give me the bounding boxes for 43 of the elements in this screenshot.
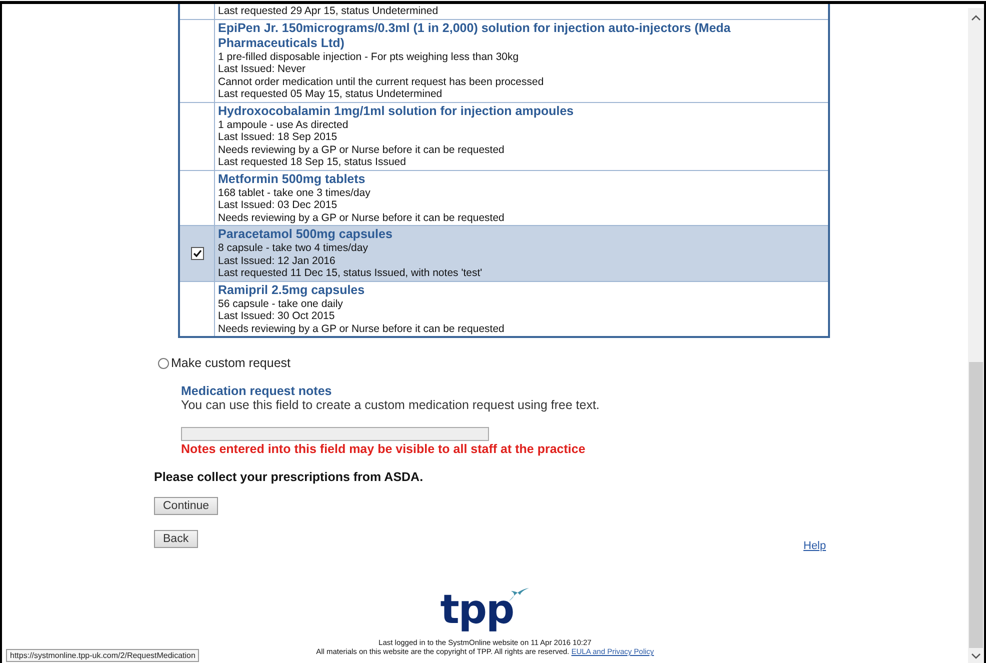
medication-detail: Needs reviewing by a GP or Nurse before it can be requested	[218, 144, 506, 156]
help-link[interactable]: Help	[803, 540, 826, 552]
scrollbar[interactable]	[968, 8, 984, 663]
medication-row[interactable]: Metformin 500mg tablets 168 tablet - take one 3 times/day Last Issued: 03 Dec 2015 Needs reviewing by a GP or Nurse before it can be requested	[180, 170, 828, 225]
medication-detail: Last Issued: 03 Dec 2015	[218, 199, 338, 212]
medication-name: Paracetamol 500mg capsules	[218, 227, 394, 242]
form-button[interactable]: Back	[154, 530, 198, 548]
radio-button[interactable]	[158, 358, 169, 368]
scrollbar-thumb[interactable]	[969, 362, 983, 648]
medication-detail: Last requested 11 Dec 15, status Issued, with notes 'test'	[218, 267, 484, 280]
check-icon	[192, 248, 202, 258]
medication-detail: 56 capsule - take one daily	[218, 298, 344, 310]
medication-row[interactable]	[180, 102, 828, 170]
medication-detail: Last Issued: 30 Oct 2015	[218, 310, 336, 322]
medication-detail: Needs reviewing by a GP or Nurse before it can be requested	[218, 322, 506, 335]
status-url: https://systmonline.tpp-uk.com/2/RequestMedication	[6, 649, 200, 662]
checkbox[interactable]	[190, 246, 204, 260]
medication-detail: 168 tablet - take one 3 times/day	[218, 186, 372, 199]
collect-message: Please collect your prescriptions from ASDA.	[154, 470, 424, 484]
medication-detail: Last Issued: 18 Sep 2015	[218, 131, 338, 144]
notes-description: You can use this field to create a custom medication request using free text.	[181, 398, 601, 413]
medication-detail: Cannot order medication until the current request has been processed	[218, 76, 545, 88]
medication-detail: Needs reviewing by a GP or Nurse before it can be requested	[218, 212, 506, 224]
medication-detail: Last Issued: Never	[218, 63, 307, 76]
medication-detail: 1 ampoule - use As directed	[218, 118, 350, 131]
medication-detail: Last Issued: 12 Jan 2016	[218, 254, 336, 267]
medication-row[interactable]	[180, 18, 828, 102]
radio-label: Make custom request	[171, 356, 290, 370]
medication-detail: Last requested 29 Apr 15, status Undetermined	[218, 5, 440, 18]
medication-detail: Last requested 18 Sep 15, status Issued	[218, 156, 407, 168]
notes-warning: Notes entered into this field may be visible to all staff at the practice	[181, 441, 586, 457]
notes-input-field[interactable]	[181, 427, 489, 441]
medication-detail: Last requested 05 May 15, status Undetermined	[218, 88, 444, 100]
medication-row[interactable]: Ramipril 2.5mg capsules 56 capsule - take one daily Last Issued: 30 Oct 2015 Needs reviewing by a GP or Nurse before it can be requested	[180, 280, 828, 336]
medication-name: EpiPen Jr. 150micrograms/0.3ml (1 in 2,000) solution for injection auto-injectors (Meda Pharmaceuticals Ltd)	[218, 20, 732, 50]
medication-name: Ramipril 2.5mg capsules	[218, 282, 366, 298]
medication-row[interactable]: Paracetamol 500mg capsules 8 capsule - take two 4 times/day Last Issued: 12 Jan 2016 Last requested 11 Dec 15, status Issued, with notes 'test'	[180, 225, 828, 280]
medication-name: Metformin 500mg tablets	[218, 172, 366, 186]
medication-detail: 1 pre-filled disposable injection - For pts weighing less than 30kg	[218, 50, 520, 63]
medication-name: Hydroxocobalamin 1mg/1ml solution for injection ampoules	[218, 104, 575, 118]
medication-detail: 8 capsule - take two 4 times/day	[218, 242, 369, 254]
form-button[interactable]: Continue	[154, 497, 218, 515]
notes-heading: Medication request notes	[181, 384, 333, 398]
